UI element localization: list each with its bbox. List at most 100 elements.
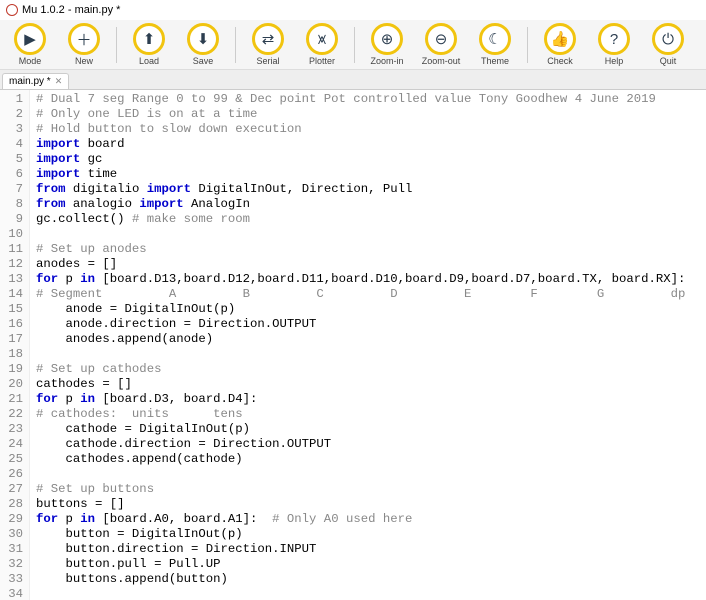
code-line[interactable]: button.direction = Direction.INPUT <box>36 542 685 557</box>
code-line[interactable]: cathode = DigitalInOut(p) <box>36 422 685 437</box>
zoom-in-button[interactable]: ⊕Zoom-in <box>363 23 411 66</box>
new-button[interactable]: ＋New <box>60 23 108 66</box>
line-number: 29 <box>0 512 23 527</box>
line-number: 25 <box>0 452 23 467</box>
new-icon: ＋ <box>68 23 100 55</box>
toolbar: ▶Mode＋New⬆Load⬇Save⇄Serial⩙Plotter⊕Zoom-… <box>0 20 706 70</box>
line-number: 20 <box>0 377 23 392</box>
line-number: 14 <box>0 287 23 302</box>
separator <box>527 27 528 63</box>
serial-icon: ⇄ <box>252 23 284 55</box>
code-line[interactable]: # Dual 7 seg Range 0 to 99 & Dec point P… <box>36 92 685 107</box>
line-number: 15 <box>0 302 23 317</box>
line-number: 28 <box>0 497 23 512</box>
serial-button[interactable]: ⇄Serial <box>244 23 292 66</box>
line-number: 22 <box>0 407 23 422</box>
code-line[interactable] <box>36 227 685 242</box>
code-line[interactable]: anodes.append(anode) <box>36 332 685 347</box>
code-line[interactable]: # Segment A B C D E F G dp <box>36 287 685 302</box>
code-line[interactable]: buttons = [] <box>36 497 685 512</box>
line-number: 17 <box>0 332 23 347</box>
tab-label: main.py * <box>9 76 51 87</box>
zoom-out-button[interactable]: ⊖Zoom-out <box>417 23 465 66</box>
serial-label: Serial <box>256 56 279 66</box>
code-line[interactable]: cathode.direction = Direction.OUTPUT <box>36 437 685 452</box>
zoom-in-label: Zoom-in <box>370 56 403 66</box>
code-line[interactable]: # Set up buttons <box>36 482 685 497</box>
line-number: 19 <box>0 362 23 377</box>
save-label: Save <box>193 56 214 66</box>
code-editor[interactable]: 1234567891011121314151617181920212223242… <box>0 90 706 600</box>
mode-label: Mode <box>19 56 42 66</box>
check-label: Check <box>547 56 573 66</box>
separator <box>354 27 355 63</box>
line-number: 26 <box>0 467 23 482</box>
line-number: 4 <box>0 137 23 152</box>
line-number: 9 <box>0 212 23 227</box>
line-gutter: 1234567891011121314151617181920212223242… <box>0 90 30 600</box>
close-icon[interactable]: ✕ <box>55 76 63 87</box>
save-button[interactable]: ⬇Save <box>179 23 227 66</box>
code-line[interactable]: cathodes = [] <box>36 377 685 392</box>
line-number: 10 <box>0 227 23 242</box>
zoom-in-icon: ⊕ <box>371 23 403 55</box>
code-line[interactable]: for p in [board.D3, board.D4]: <box>36 392 685 407</box>
code-line[interactable]: cathodes.append(cathode) <box>36 452 685 467</box>
code-line[interactable]: buttons.append(button) <box>36 572 685 587</box>
load-button[interactable]: ⬆Load <box>125 23 173 66</box>
quit-label: Quit <box>660 56 677 66</box>
code-line[interactable]: anode.direction = Direction.OUTPUT <box>36 317 685 332</box>
code-area[interactable]: # Dual 7 seg Range 0 to 99 & Dec point P… <box>30 90 691 600</box>
plotter-button[interactable]: ⩙Plotter <box>298 23 346 66</box>
quit-icon: ⏻ <box>652 23 684 55</box>
mode-button[interactable]: ▶Mode <box>6 23 54 66</box>
help-button[interactable]: ?Help <box>590 23 638 66</box>
line-number: 16 <box>0 317 23 332</box>
line-number: 7 <box>0 182 23 197</box>
line-number: 8 <box>0 197 23 212</box>
code-line[interactable]: # cathodes: units tens <box>36 407 685 422</box>
check-button[interactable]: 👍Check <box>536 23 584 66</box>
code-line[interactable]: # Hold button to slow down execution <box>36 122 685 137</box>
line-number: 13 <box>0 272 23 287</box>
check-icon: 👍 <box>544 23 576 55</box>
code-line[interactable]: button.pull = Pull.UP <box>36 557 685 572</box>
line-number: 18 <box>0 347 23 362</box>
code-line[interactable]: # Set up anodes <box>36 242 685 257</box>
code-line[interactable]: # Set up cathodes <box>36 362 685 377</box>
code-line[interactable]: from digitalio import DigitalInOut, Dire… <box>36 182 685 197</box>
code-line[interactable]: import board <box>36 137 685 152</box>
code-line[interactable]: for p in [board.A0, board.A1]: # Only A0… <box>36 512 685 527</box>
line-number: 32 <box>0 557 23 572</box>
line-number: 23 <box>0 422 23 437</box>
plotter-label: Plotter <box>309 56 335 66</box>
line-number: 5 <box>0 152 23 167</box>
code-line[interactable] <box>36 587 685 600</box>
theme-button[interactable]: ☾Theme <box>471 23 519 66</box>
help-icon: ? <box>598 23 630 55</box>
code-line[interactable]: from analogio import AnalogIn <box>36 197 685 212</box>
line-number: 33 <box>0 572 23 587</box>
code-line[interactable]: import gc <box>36 152 685 167</box>
quit-button[interactable]: ⏻Quit <box>644 23 692 66</box>
mu-app-icon <box>6 4 18 16</box>
code-line[interactable]: import time <box>36 167 685 182</box>
code-line[interactable] <box>36 347 685 362</box>
code-line[interactable]: gc.collect() # make some room <box>36 212 685 227</box>
tab-main-py[interactable]: main.py * ✕ <box>2 73 69 89</box>
line-number: 3 <box>0 122 23 137</box>
theme-label: Theme <box>481 56 509 66</box>
save-icon: ⬇ <box>187 23 219 55</box>
code-line[interactable]: anodes = [] <box>36 257 685 272</box>
line-number: 6 <box>0 167 23 182</box>
tabbar: main.py * ✕ <box>0 70 706 90</box>
code-line[interactable]: for p in [board.D13,board.D12,board.D11,… <box>36 272 685 287</box>
code-line[interactable]: anode = DigitalInOut(p) <box>36 302 685 317</box>
line-number: 1 <box>0 92 23 107</box>
code-line[interactable]: button = DigitalInOut(p) <box>36 527 685 542</box>
line-number: 34 <box>0 587 23 600</box>
new-label: New <box>75 56 93 66</box>
code-line[interactable]: # Only one LED is on at a time <box>36 107 685 122</box>
line-number: 2 <box>0 107 23 122</box>
code-line[interactable] <box>36 467 685 482</box>
